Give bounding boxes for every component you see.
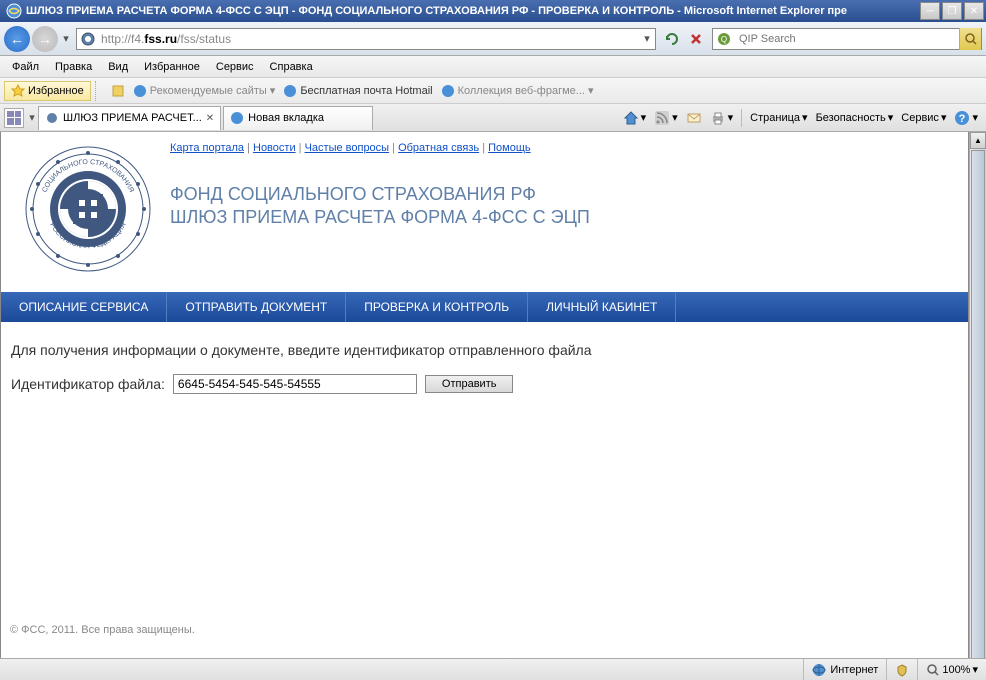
tab-list-dropdown[interactable]: ▾ [26, 111, 38, 124]
scroll-up-button[interactable]: ▲ [970, 132, 986, 149]
favorites-button[interactable]: Избранное [4, 81, 91, 101]
ie-small-icon [441, 84, 455, 98]
tab-bar: ▾ ШЛЮЗ ПРИЕМА РАСЧЕТ... ✕ Новая вкладка … [0, 104, 986, 132]
submit-button[interactable]: Отправить [425, 375, 514, 393]
search-box[interactable]: Q [712, 28, 982, 50]
nav-description[interactable]: ОПИСАНИЕ СЕРВИСА [1, 292, 167, 322]
status-zone[interactable]: Интернет [803, 659, 886, 680]
globe-icon [812, 663, 826, 677]
menu-view[interactable]: Вид [100, 58, 136, 76]
tab-favicon [230, 111, 244, 125]
nav-cabinet[interactable]: ЛИЧНЫЙ КАБИНЕТ [528, 292, 676, 322]
ie-small-icon [283, 84, 297, 98]
protected-mode[interactable] [886, 659, 917, 680]
menu-favorites[interactable]: Избранное [136, 58, 208, 76]
refresh-button[interactable] [661, 28, 683, 50]
hotmail-link[interactable]: Бесплатная почта Hotmail [279, 82, 436, 100]
tab-2[interactable]: Новая вкладка [223, 106, 373, 130]
nav-check[interactable]: ПРОВЕРКА И КОНТРОЛЬ [346, 292, 528, 322]
forward-button[interactable]: → [32, 26, 58, 52]
link-help[interactable]: Помощь [488, 142, 531, 154]
link-sitemap[interactable]: Карта портала [170, 142, 244, 154]
svg-text:?: ? [959, 113, 966, 125]
tab-favicon [45, 111, 59, 125]
shield-icon [895, 663, 909, 677]
link-faq[interactable]: Частые вопросы [305, 142, 390, 154]
org-title: ФОНД СОЦИАЛЬНОГО СТРАХОВАНИЯ РФ [170, 184, 964, 205]
fss-logo-icon: СОЦИАЛЬНОГО СТРАХОВАНИЯ РОССИЙСКАЯ ФЕДЕР… [23, 144, 153, 274]
menu-file[interactable]: Файл [4, 58, 47, 76]
zoom-control[interactable]: 100% ▾ [917, 659, 986, 680]
window-title: ШЛЮЗ ПРИЕМА РАСЧЕТА ФОРМА 4-ФСС С ЭЦП - … [26, 5, 920, 17]
quick-tabs-button[interactable] [4, 108, 24, 128]
tab-1-label: ШЛЮЗ ПРИЕМА РАСЧЕТ... [63, 112, 202, 124]
file-id-label: Идентификатор файла: [11, 376, 165, 392]
page-icon [80, 31, 96, 47]
link-feedback[interactable]: Обратная связь [398, 142, 479, 154]
ie-icon [6, 3, 22, 19]
maximize-button[interactable]: ❐ [942, 2, 962, 20]
file-id-input[interactable] [173, 374, 417, 394]
menu-tools[interactable]: Сервис [208, 58, 262, 76]
address-dropdown[interactable]: ▾ [639, 32, 655, 45]
navigation-bar: ← → ▾ http://f4.fss.ru/fss/status ▾ Q [0, 22, 986, 56]
search-input[interactable] [735, 33, 959, 45]
site-nav-menu: ОПИСАНИЕ СЕРВИСА ОТПРАВИТЬ ДОКУМЕНТ ПРОВ… [1, 292, 968, 322]
status-bar: Интернет 100% ▾ [0, 658, 986, 680]
page-content: СОЦИАЛЬНОГО СТРАХОВАНИЯ РОССИЙСКАЯ ФЕДЕР… [0, 132, 969, 680]
link-news[interactable]: Новости [253, 142, 296, 154]
mail-button[interactable] [682, 108, 706, 128]
favorites-bar: Избранное Рекомендуемые сайты ▾ Бесплатн… [0, 78, 986, 104]
close-button[interactable]: ✕ [964, 2, 984, 20]
nav-history-dropdown[interactable]: ▾ [60, 26, 72, 52]
instruction-text: Для получения информации о документе, вв… [1, 342, 968, 374]
ie-small-icon [133, 84, 147, 98]
footer-copyright: © ФСС, 2011. Все права защищены. [10, 624, 195, 636]
tab-2-label: Новая вкладка [248, 112, 324, 124]
addon-icon [111, 84, 125, 98]
top-links: Карта портала | Новости | Частые вопросы… [170, 142, 964, 154]
zoom-icon [926, 663, 940, 677]
scroll-thumb[interactable] [971, 150, 985, 662]
stop-button[interactable] [685, 28, 707, 50]
tab-close-icon[interactable]: ✕ [206, 113, 214, 124]
nav-send[interactable]: ОТПРАВИТЬ ДОКУМЕНТ [167, 292, 346, 322]
logo: СОЦИАЛЬНОГО СТРАХОВАНИЯ РОССИЙСКАЯ ФЕДЕР… [5, 140, 170, 274]
menu-edit[interactable]: Правка [47, 58, 100, 76]
search-button[interactable] [959, 28, 981, 50]
window-titlebar: ШЛЮЗ ПРИЕМА РАСЧЕТА ФОРМА 4-ФСС С ЭЦП - … [0, 0, 986, 22]
safety-menu[interactable]: Безопасность ▾ [812, 109, 898, 126]
print-button[interactable]: ▾ [706, 108, 738, 128]
feeds-button[interactable]: ▾ [650, 108, 682, 128]
minimize-button[interactable]: ─ [920, 2, 940, 20]
help-button[interactable]: ? ▾ [950, 108, 982, 128]
web-fragments-link[interactable]: Коллекция веб-фрагме... ▾ [437, 82, 598, 100]
page-menu[interactable]: Страница ▾ [746, 109, 811, 126]
search-provider-icon: Q [716, 31, 732, 47]
recommended-sites-link[interactable]: Рекомендуемые сайты ▾ [129, 82, 280, 100]
org-subtitle: ШЛЮЗ ПРИЕМА РАСЧЕТА ФОРМА 4-ФСС С ЭЦП [170, 207, 964, 228]
suggested-sites-addon[interactable] [107, 82, 129, 100]
back-button[interactable]: ← [4, 26, 30, 52]
menu-help[interactable]: Справка [262, 58, 321, 76]
tab-1[interactable]: ШЛЮЗ ПРИЕМА РАСЧЕТ... ✕ [38, 106, 221, 130]
service-menu[interactable]: Сервис ▾ [897, 109, 950, 126]
home-button[interactable]: ▾ [619, 108, 651, 128]
address-bar[interactable]: http://f4.fss.ru/fss/status ▾ [76, 28, 656, 50]
address-text[interactable]: http://f4.fss.ru/fss/status [99, 30, 639, 48]
star-icon [11, 84, 25, 98]
vertical-scrollbar[interactable]: ▲ ▼ [969, 132, 986, 680]
menu-bar: Файл Правка Вид Избранное Сервис Справка [0, 56, 986, 78]
svg-text:Q: Q [721, 35, 727, 44]
form-row: Идентификатор файла: Отправить [1, 374, 968, 394]
